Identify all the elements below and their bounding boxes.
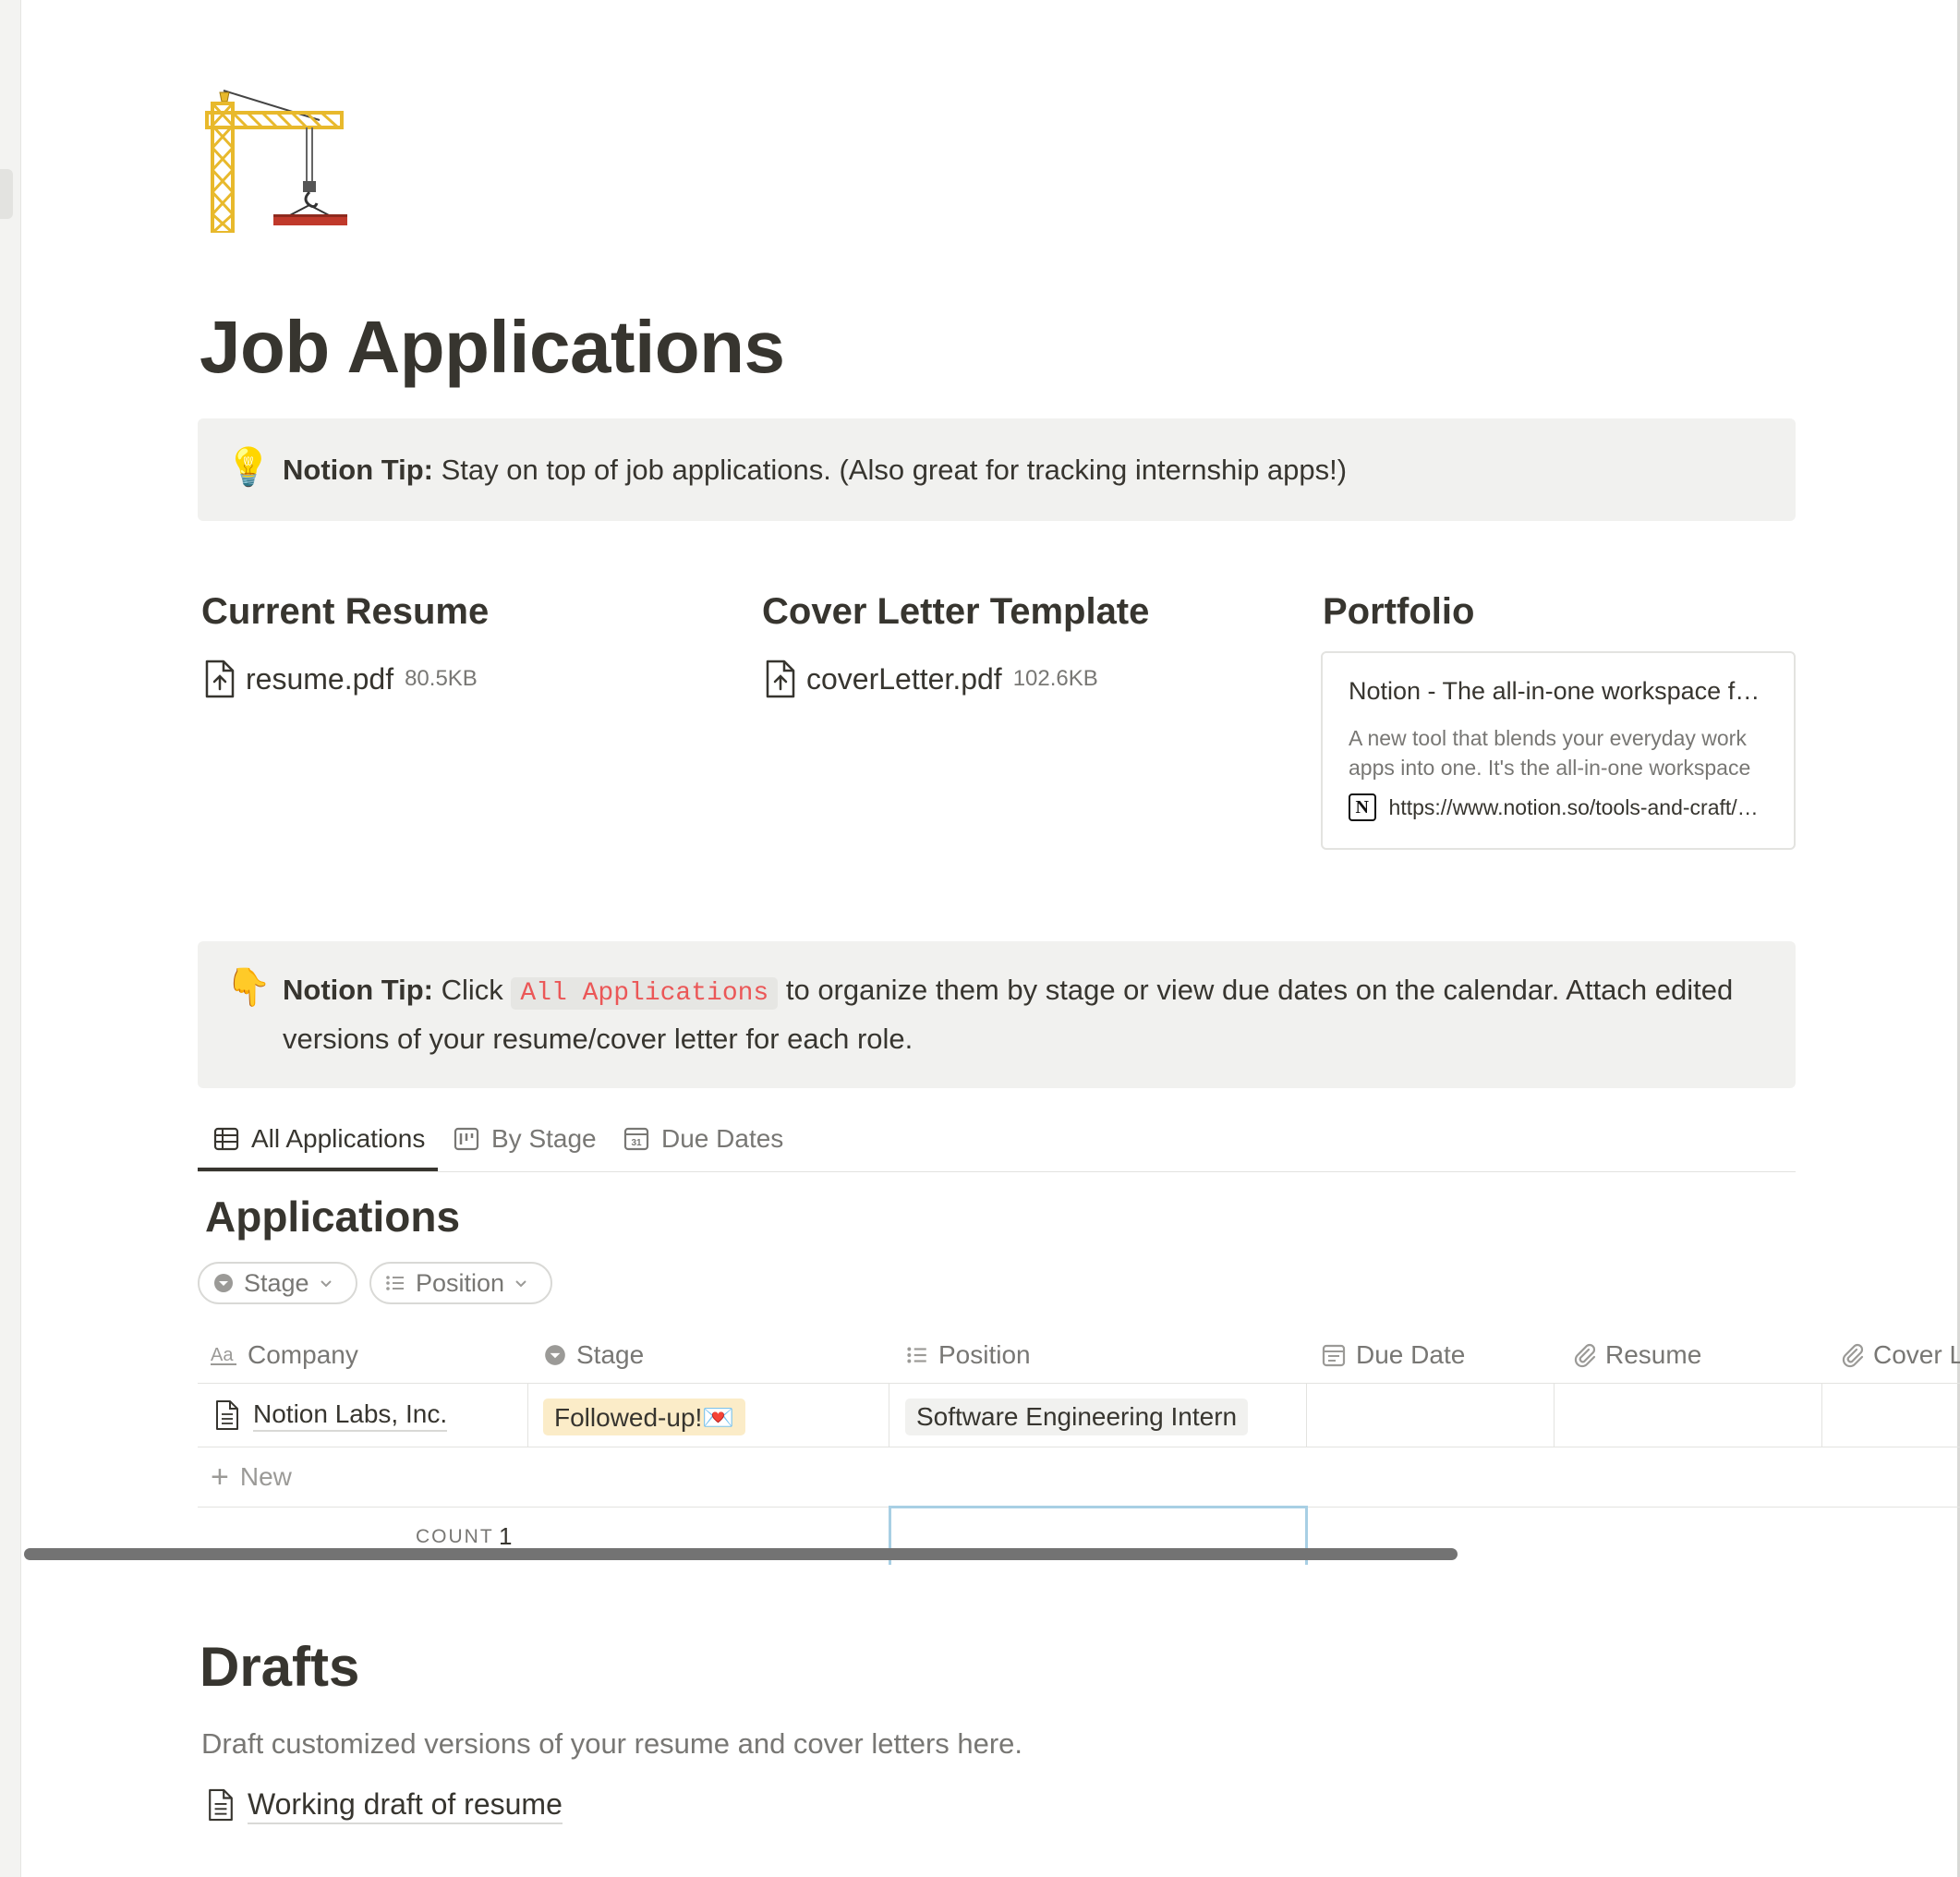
company-cell[interactable]: Notion Labs, Inc.: [214, 1384, 448, 1447]
file-size: 102.6KB: [1012, 666, 1098, 691]
tab-all-applications[interactable]: All Applications: [212, 1107, 425, 1171]
new-row: + New: [198, 1447, 1960, 1508]
portfolio-bookmark[interactable]: Notion - The all-in-one workspace for yo…: [1321, 651, 1796, 850]
board-icon: [454, 1127, 479, 1151]
tab-due-dates[interactable]: 31 Due Dates: [623, 1107, 783, 1171]
new-row-button[interactable]: + New: [211, 1447, 292, 1507]
tab-label: All Applications: [251, 1124, 426, 1153]
pointing-down-icon[interactable]: 👇: [225, 969, 272, 1006]
column-label: Company: [248, 1340, 358, 1369]
resume-file[interactable]: resume.pdf 80.5KB: [203, 658, 478, 700]
chevron-down-icon: [320, 1280, 332, 1288]
cover-letter-template-heading: Cover Letter Template: [762, 591, 1150, 632]
file-upload-icon: [766, 660, 795, 698]
callout-text: Notion Tip: Click All Applications to or…: [283, 967, 1740, 1061]
column-label: Position: [938, 1340, 1031, 1369]
page-document-icon: [209, 1788, 233, 1822]
cell-divider: [1821, 1384, 1822, 1447]
bookmark-title: Notion - The all-in-one workspace for yo…: [1349, 677, 1770, 705]
position-pill[interactable]: Software Engineering Intern: [905, 1399, 1249, 1435]
table-icon: [213, 1127, 239, 1151]
chevron-down-icon: [515, 1280, 526, 1288]
column-header-cover-letter[interactable]: Cover Letter: [1838, 1327, 1960, 1383]
new-label: New: [239, 1462, 292, 1491]
select-icon: [214, 1274, 233, 1292]
column-label: Due Date: [1356, 1340, 1466, 1369]
active-tab-indicator: [198, 1168, 438, 1171]
file-size: 80.5KB: [405, 666, 478, 691]
portfolio-heading: Portfolio: [1323, 591, 1475, 632]
callout-body-pre: Click: [433, 974, 512, 1006]
list-icon: [907, 1347, 926, 1363]
column-label: Stage: [576, 1340, 645, 1369]
database-title[interactable]: Applications: [205, 1192, 460, 1241]
tip-callout-bottom[interactable]: 👇 Notion Tip: Click All Applications to …: [198, 941, 1796, 1088]
callout-text: Notion Tip: Stay on top of job applicati…: [283, 447, 1740, 492]
svg-text:Aa: Aa: [211, 1345, 234, 1365]
callout-label: Notion Tip:: [283, 454, 433, 486]
filter-label: Position: [416, 1268, 505, 1297]
file-upload-icon: [205, 660, 235, 698]
working-draft-link[interactable]: Working draft of resume: [207, 1783, 563, 1827]
paperclip-icon: [1574, 1343, 1596, 1368]
page-document-icon: [216, 1400, 238, 1430]
bookmark-url-row: N https://www.notion.so/tools-and-craft/…: [1349, 793, 1770, 821]
list-icon: [386, 1276, 404, 1290]
column-header-stage[interactable]: Stage: [543, 1327, 644, 1383]
tab-label: Due Dates: [661, 1124, 784, 1153]
title-property-icon: Aa: [211, 1345, 236, 1365]
horizontal-scrollbar[interactable]: [24, 1548, 1458, 1560]
stage-pill[interactable]: Followed-up!💌: [543, 1399, 746, 1435]
construction-crane-icon[interactable]: [200, 89, 347, 235]
table-row[interactable]: Notion Labs, Inc. Followed-up!💌 Software…: [198, 1384, 1960, 1447]
notion-logo-icon: N: [1349, 793, 1376, 821]
draft-link-label: Working draft of resume: [248, 1786, 563, 1824]
column-label: Resume: [1605, 1340, 1702, 1369]
current-resume-heading: Current Resume: [201, 591, 490, 632]
callout-body: Stay on top of job applications. (Also g…: [433, 454, 1348, 486]
file-name: coverLetter.pdf: [806, 661, 1002, 696]
page-title[interactable]: Job Applications: [200, 305, 785, 390]
select-icon: [545, 1345, 565, 1365]
cell-divider: [1554, 1384, 1555, 1447]
count-value: 1: [499, 1522, 513, 1550]
bookmark-description: A new tool that blends your everyday wor…: [1349, 726, 1751, 780]
tip-callout-top[interactable]: 💡 Notion Tip: Stay on top of job applica…: [198, 418, 1796, 521]
column-label: Cover Letter: [1873, 1340, 1960, 1369]
company-name: Notion Labs, Inc.: [253, 1399, 448, 1432]
cell-divider: [1306, 1384, 1307, 1447]
database-view-tabs: All Applications By Stage 31 Due Dates: [198, 1107, 1796, 1172]
tab-by-stage[interactable]: By Stage: [453, 1107, 597, 1171]
column-header-resume[interactable]: Resume: [1570, 1327, 1701, 1383]
sidebar-peek-handle[interactable]: [0, 169, 13, 219]
table-header: Aa Company Stage Position Due Date Resum…: [198, 1327, 1960, 1384]
calendar-icon: [1322, 1344, 1346, 1367]
plus-icon: +: [211, 1459, 229, 1495]
column-header-company[interactable]: Aa Company: [211, 1327, 358, 1383]
lightbulb-icon[interactable]: 💡: [225, 449, 272, 486]
paperclip-icon: [1842, 1343, 1864, 1368]
callout-label: Notion Tip:: [283, 974, 433, 1006]
drafts-description: Draft customized versions of your resume…: [201, 1727, 1023, 1760]
cell-divider: [527, 1384, 528, 1447]
drafts-heading: Drafts: [200, 1636, 360, 1698]
cover-letter-file[interactable]: coverLetter.pdf 102.6KB: [764, 658, 1098, 700]
count-label[interactable]: COUNT: [416, 1526, 494, 1548]
filter-position[interactable]: Position: [369, 1262, 553, 1304]
calendar-icon: 31: [623, 1127, 649, 1151]
tab-label: By Stage: [491, 1124, 597, 1153]
column-header-position[interactable]: Position: [905, 1327, 1031, 1383]
inline-code: All Applications: [511, 977, 779, 1010]
bookmark-url: https://www.notion.so/tools-and-craft/no…: [1388, 794, 1770, 819]
svg-text:31: 31: [631, 1138, 642, 1148]
file-name: resume.pdf: [246, 661, 394, 696]
left-sidebar-edge: [0, 0, 21, 1877]
column-header-due-date[interactable]: Due Date: [1321, 1327, 1465, 1383]
filter-label: Stage: [244, 1268, 309, 1297]
filter-stage[interactable]: Stage: [198, 1262, 357, 1304]
